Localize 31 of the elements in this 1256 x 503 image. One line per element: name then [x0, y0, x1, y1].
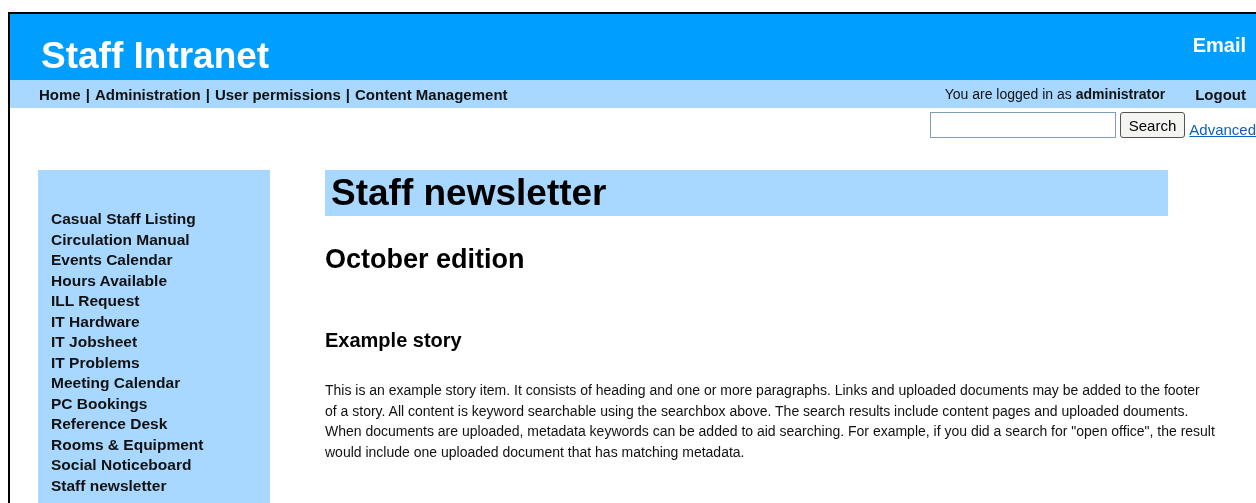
nav-link[interactable]: User permissions	[214, 85, 341, 103]
sidebar-link[interactable]: IT Jobsheet	[51, 332, 138, 353]
search-button[interactable]: Search	[1119, 112, 1186, 138]
nav-separator: |	[205, 85, 210, 103]
edition-heading: October edition	[325, 244, 525, 275]
nav-link[interactable]: Administration	[94, 85, 201, 103]
sidebar-link[interactable]: Casual Staff Listing	[51, 209, 196, 230]
search-field[interactable]	[929, 112, 1116, 138]
login-status: You are logged in as administrator	[944, 85, 1166, 103]
site-title: Staff Intranet	[41, 35, 270, 77]
sidebar-link[interactable]: IT Hardware	[51, 311, 140, 332]
nav-link[interactable]: Home	[39, 85, 81, 103]
sidebar-link[interactable]: Events Calendar	[51, 250, 173, 271]
sidebar-link[interactable]: Rooms & Equipment	[51, 434, 204, 455]
story-text: This is an example story item. It consists of heading and one or more paragraphs. Links and uploaded documents may be added to the footer of a story. All content is keyword searchable using the searchbox above. The search results include content pages and uploaded douments. When documents are uploaded, metadata keywords can be added to aid searching. For example, if you did a search for "open office", the result would include one uploaded document that has matching metadata.	[325, 381, 1215, 462]
sidebar-link[interactable]: Reference Desk	[51, 414, 168, 435]
logout-link[interactable]: Logout	[1195, 85, 1246, 103]
sidebar-link[interactable]: IT Problems	[51, 352, 140, 373]
sidebar-link[interactable]: Staff newsletter	[51, 475, 167, 496]
story-heading: Example story	[325, 329, 462, 352]
sidebar-link[interactable]: Circulation Manual	[51, 229, 190, 250]
nav-separator: |	[85, 85, 90, 103]
sidebar-link[interactable]: Social Noticeboard	[51, 455, 192, 476]
nav-link[interactable]: Content Management	[355, 85, 508, 103]
sidebar-link[interactable]: Meeting Calendar	[51, 373, 181, 394]
advanced-search-link[interactable]: Advanced	[1189, 120, 1256, 138]
sidebar-link[interactable]: PC Bookings	[51, 393, 148, 414]
sidebar-link[interactable]: Hours Available	[51, 270, 167, 291]
page-title: Staff newsletter	[325, 170, 1168, 216]
nav-separator: |	[345, 85, 351, 103]
sidebar-link[interactable]: ILL Request	[51, 291, 140, 312]
